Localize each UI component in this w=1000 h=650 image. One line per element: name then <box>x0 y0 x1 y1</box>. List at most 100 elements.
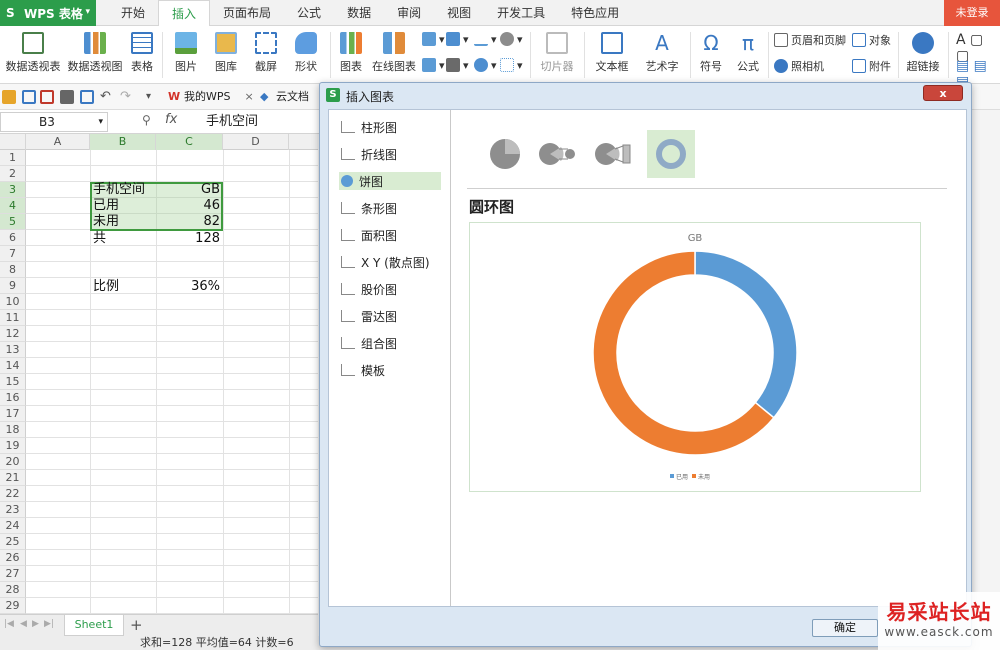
category-area[interactable]: 面积图 <box>339 226 441 244</box>
tab-view[interactable]: 视图 <box>434 0 484 26</box>
row-header[interactable]: 21 <box>0 470 26 486</box>
row-header[interactable]: 14 <box>0 358 26 374</box>
select-all-corner[interactable] <box>0 134 26 150</box>
row-header[interactable]: 19 <box>0 438 26 454</box>
close-button[interactable]: x <box>923 85 963 101</box>
wordart-button[interactable]: A 艺术字 <box>640 30 684 74</box>
close-tab-icon[interactable]: × <box>245 84 254 110</box>
row-header[interactable]: 27 <box>0 566 26 582</box>
hyperlink-button[interactable]: 超链接 <box>904 30 942 74</box>
row-header[interactable]: 25 <box>0 534 26 550</box>
row-header[interactable]: 13 <box>0 342 26 358</box>
category-pie[interactable]: 饼图 <box>339 172 441 190</box>
row-header[interactable]: 5 <box>0 214 26 230</box>
picture-button[interactable]: 图片 <box>168 30 204 74</box>
column-header-c[interactable]: C <box>156 134 223 150</box>
cell-c9[interactable]: 36% <box>156 279 223 295</box>
row-header[interactable]: 8 <box>0 262 26 278</box>
cell-c3[interactable]: GB <box>156 182 223 198</box>
column-chart-menu[interactable]: ▾ <box>422 32 445 46</box>
row-header[interactable]: 26 <box>0 550 26 566</box>
spreadsheet-grid[interactable]: A B C D 1 2 3 4 5 6 7 8 9 10 11 12 13 14 15 16 17 18 19 20 2… <box>0 134 318 614</box>
export-pdf-icon[interactable] <box>40 90 54 104</box>
row-header[interactable]: 11 <box>0 310 26 326</box>
row-header[interactable]: 18 <box>0 422 26 438</box>
pie-chart-menu[interactable]: ▾ <box>474 58 497 72</box>
category-radar[interactable]: 雷达图 <box>339 307 441 325</box>
pivot-chart-button[interactable]: 数据透视图 <box>66 30 124 74</box>
row-header[interactable]: 16 <box>0 390 26 406</box>
cell-b9[interactable]: 比例 <box>90 279 156 295</box>
column-header-a[interactable]: A <box>26 134 90 150</box>
row-header[interactable]: 24 <box>0 518 26 534</box>
row-header[interactable]: 23 <box>0 502 26 518</box>
app-menu-button[interactable]: S WPS 表格 ▾ <box>0 0 96 26</box>
tab-special[interactable]: 特色应用 <box>558 0 632 26</box>
bar-chart-menu[interactable]: ▾ <box>446 32 469 46</box>
category-stock[interactable]: 股价图 <box>339 280 441 298</box>
category-template[interactable]: 模板 <box>339 361 441 379</box>
row-header[interactable]: 20 <box>0 454 26 470</box>
tab-my-wps[interactable]: W 我的WPS × <box>168 84 254 110</box>
save-icon[interactable] <box>22 90 36 104</box>
cell-c6[interactable]: 128 <box>156 231 223 247</box>
redo-icon[interactable]: ↷ <box>120 90 134 104</box>
stock-chart-menu[interactable]: ▾ <box>446 58 469 72</box>
row-header[interactable]: 28 <box>0 582 26 598</box>
print-icon[interactable] <box>60 90 74 104</box>
table-button[interactable]: 表格 <box>128 30 156 74</box>
tab-home[interactable]: 开始 <box>108 0 158 26</box>
row-header[interactable]: 9 <box>0 278 26 294</box>
print-preview-icon[interactable] <box>80 90 94 104</box>
first-sheet-icon[interactable]: |◀ <box>4 619 14 629</box>
subtype-bar-of-pie[interactable] <box>589 130 637 178</box>
tab-cloud-doc[interactable]: ◆ 云文档 <box>260 84 309 110</box>
cell-c5[interactable]: 82 <box>156 214 223 230</box>
cell-b5[interactable]: 未用 <box>90 214 156 230</box>
subtype-pie-of-pie[interactable] <box>533 130 581 178</box>
online-chart-button[interactable]: 在线图表 <box>370 30 418 74</box>
cell-c4[interactable]: 46 <box>156 198 223 214</box>
row-header[interactable]: 17 <box>0 406 26 422</box>
subtype-pie[interactable] <box>481 130 529 178</box>
category-bar[interactable]: 条形图 <box>339 199 441 217</box>
pivot-table-button[interactable]: 数据透视表 <box>4 30 62 74</box>
object-button[interactable]: 对象 <box>852 32 891 48</box>
zoom-lens-icon[interactable]: ⚲ <box>142 113 151 127</box>
gallery-button[interactable]: 图库 <box>208 30 244 74</box>
category-scatter[interactable]: X Y (散点图) <box>339 253 441 271</box>
tab-developer[interactable]: 开发工具 <box>484 0 558 26</box>
prev-sheet-icon[interactable]: ◀ <box>20 619 27 629</box>
tab-review[interactable]: 审阅 <box>384 0 434 26</box>
formula-input[interactable]: 手机空间 <box>198 112 320 132</box>
header-footer-button[interactable]: 页眉和页脚 <box>774 32 846 48</box>
chart-button[interactable]: 图表 <box>336 30 366 74</box>
login-button[interactable]: 未登录 <box>944 0 1000 26</box>
name-box[interactable]: B3 ▾ <box>0 112 108 132</box>
row-header[interactable]: 4 <box>0 198 26 214</box>
scatter-chart-menu[interactable]: ▾ <box>500 58 523 72</box>
tab-insert[interactable]: 插入 <box>158 0 211 27</box>
column-header-b[interactable]: B <box>90 134 156 150</box>
row-header[interactable]: 22 <box>0 486 26 502</box>
last-sheet-icon[interactable]: ▶| <box>44 619 54 629</box>
next-sheet-icon[interactable]: ▶ <box>32 619 39 629</box>
fx-button[interactable]: fx <box>165 112 177 127</box>
screenshot-button[interactable]: 截屏 <box>248 30 284 74</box>
tab-page-layout[interactable]: 页面布局 <box>210 0 284 26</box>
row-header[interactable]: 15 <box>0 374 26 390</box>
category-line[interactable]: 折线图 <box>339 145 441 163</box>
row-header[interactable]: 2 <box>0 166 26 182</box>
tab-data[interactable]: 数据 <box>334 0 384 26</box>
tab-formulas[interactable]: 公式 <box>284 0 334 26</box>
symbol-button[interactable]: Ω 符号 <box>694 30 728 74</box>
open-folder-icon[interactable] <box>2 90 16 104</box>
row-header[interactable]: 7 <box>0 246 26 262</box>
attachment-button[interactable]: 附件 <box>852 58 891 74</box>
row-header[interactable]: 29 <box>0 598 26 614</box>
ok-button[interactable]: 确定 <box>812 619 878 637</box>
radar-chart-menu[interactable]: ▾ <box>500 32 523 46</box>
sheet-tab-sheet1[interactable]: Sheet1 <box>64 615 124 636</box>
dialog-title-bar[interactable]: S 插入图表 x <box>320 83 971 107</box>
line-chart-menu[interactable]: ▾ <box>474 32 497 46</box>
